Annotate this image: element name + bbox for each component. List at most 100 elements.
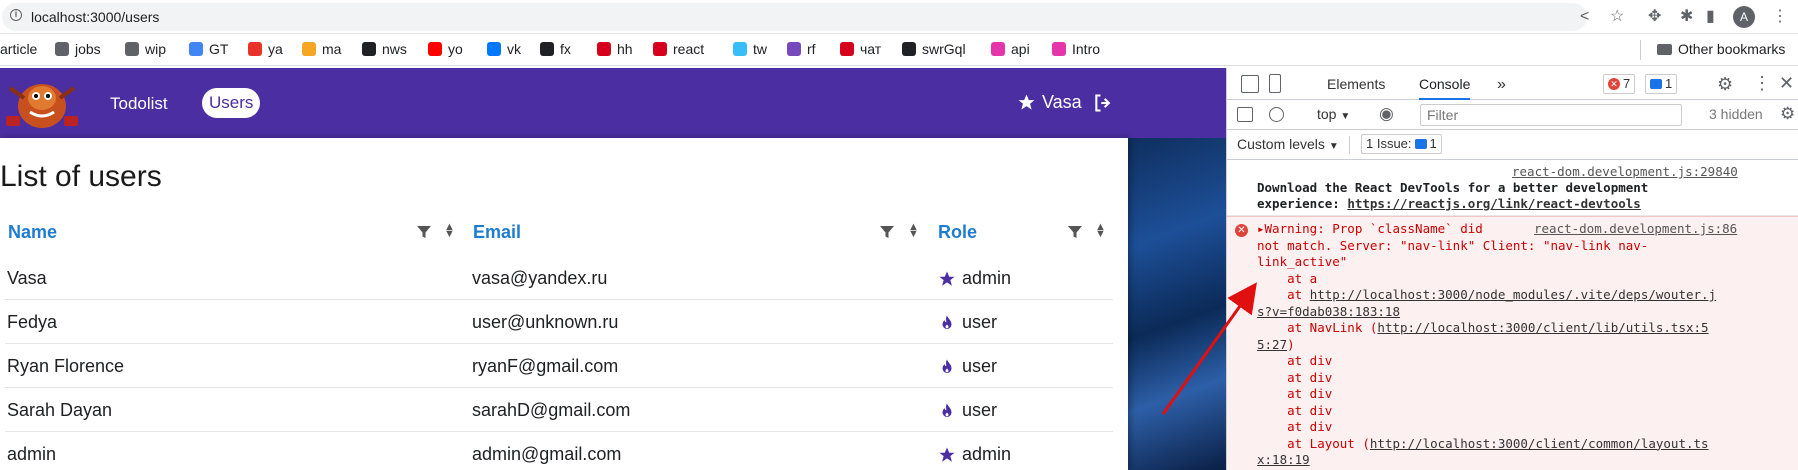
issues-button[interactable]: 1 Issue: 1 — [1361, 134, 1442, 154]
nav-users-link[interactable]: Users — [202, 88, 261, 118]
filter-icon[interactable] — [880, 225, 894, 239]
bookmark-item[interactable]: fx — [540, 41, 571, 57]
bookmark-item[interactable]: react — [653, 41, 704, 57]
column-header-role[interactable]: Role — [938, 222, 977, 243]
console-settings-icon[interactable]: ⚙ — [1780, 104, 1795, 124]
current-user-name: Vasa — [1042, 92, 1082, 112]
bookmark-label: wip — [145, 41, 167, 57]
info-text: Download the React DevTools for a better… — [1257, 180, 1649, 195]
cell-email: admin@gmail.com — [472, 444, 622, 464]
stack-link[interactable]: http://localhost:3000/client/common/layo… — [1370, 436, 1709, 451]
clear-console-icon[interactable] — [1269, 107, 1284, 122]
move-icon[interactable]: ✥ — [1648, 8, 1661, 26]
table-row[interactable]: Vasa vasa@yandex.ru admin — [5, 256, 1113, 300]
devtools-menu-icon[interactable]: ⋮ — [1753, 73, 1771, 94]
log-levels-dropdown[interactable]: Custom levels ▼ — [1237, 136, 1339, 152]
console-filter-input[interactable]: Filter — [1420, 104, 1682, 126]
console-toolbar: top ▼ ◉ Filter 3 hidden ⚙ — [1227, 100, 1798, 130]
bookmark-label: nws — [382, 41, 407, 57]
flame-icon — [942, 315, 952, 329]
sort-icon[interactable]: ▲ ▼ — [444, 222, 455, 240]
sort-icon[interactable]: ▲ ▼ — [1095, 222, 1106, 240]
stack-link[interactable]: http://localhost:3000/node_modules/.vite… — [1310, 287, 1716, 302]
logout-icon[interactable] — [1093, 93, 1113, 113]
bookmark-item[interactable]: vk — [487, 41, 521, 57]
bookmark-item[interactable]: nws — [362, 41, 407, 57]
table-row[interactable]: admin admin@gmail.com admin — [5, 432, 1113, 470]
source-link[interactable]: react-dom.development.js:86 — [1534, 221, 1737, 238]
column-header-name[interactable]: Name — [8, 222, 57, 243]
bookmark-item[interactable]: article — [0, 41, 37, 57]
sort-icon[interactable]: ▲ ▼ — [908, 222, 919, 240]
menu-kebab-icon[interactable]: ⋮ — [1772, 8, 1788, 26]
side-panel-icon[interactable]: ▮ — [1706, 8, 1715, 26]
bookmark-favicon-icon — [362, 42, 376, 56]
bookmark-star-icon[interactable]: ☆ — [1610, 8, 1624, 26]
browser-window: { "address": {"url": "localhost:3000/use… — [0, 0, 1798, 470]
omnibox[interactable] — [2, 3, 1587, 31]
table-row[interactable]: Ryan Florence ryanF@gmail.com user — [5, 344, 1113, 388]
cell-role: user — [938, 400, 997, 421]
other-bookmarks[interactable]: Other bookmarks — [1657, 41, 1785, 57]
stack-link[interactable]: 5:27 — [1257, 337, 1287, 352]
settings-gear-icon[interactable]: ⚙ — [1717, 74, 1733, 95]
bookmark-favicon-icon — [991, 42, 1005, 56]
tab-console[interactable]: Console — [1419, 76, 1471, 100]
current-user[interactable]: Vasa — [1017, 92, 1082, 113]
bookmark-item[interactable]: api — [991, 41, 1030, 57]
stack-link[interactable]: s?v=f0dab038:183:18 — [1257, 304, 1400, 319]
stack-text: at a — [1257, 270, 1318, 286]
inspect-element-icon[interactable] — [1241, 75, 1259, 93]
bookmark-favicon-icon — [55, 42, 69, 56]
stack-link[interactable]: x:18:19 — [1257, 452, 1310, 467]
bookmark-item[interactable]: wip — [125, 41, 166, 57]
bookmark-item[interactable]: jobs — [55, 41, 101, 57]
site-info-icon[interactable]: i — [10, 9, 22, 21]
column-header-email[interactable]: Email — [473, 222, 521, 243]
bookmark-favicon-icon — [248, 42, 262, 56]
more-tabs-icon[interactable]: » — [1497, 76, 1506, 94]
bookmark-item[interactable]: Intro — [1052, 41, 1100, 57]
bookmark-item[interactable]: ma — [302, 41, 341, 57]
source-link[interactable]: react-dom.development.js:29840 — [1512, 164, 1738, 179]
bookmark-item[interactable]: чат — [840, 41, 881, 57]
bookmark-item[interactable]: ya — [248, 41, 283, 57]
cell-name: Sarah Dayan — [7, 400, 113, 420]
url-text[interactable]: localhost:3000/users — [31, 9, 159, 25]
stack-line: at div — [1257, 419, 1332, 436]
app-header: Todolist Users Vasa — [0, 68, 1226, 138]
cell-name: Fedya — [7, 312, 58, 332]
bookmark-item[interactable]: tw — [733, 41, 767, 57]
bookmark-item[interactable]: swrGql — [902, 41, 966, 57]
sidebar-toggle-icon[interactable] — [1237, 107, 1253, 122]
bookmark-item[interactable]: yo — [428, 41, 463, 57]
table-row[interactable]: Sarah Dayan sarahD@gmail.com user — [5, 388, 1113, 432]
issues-count: 1 — [1429, 136, 1437, 151]
cell-email: vasa@yandex.ru — [472, 268, 608, 288]
tab-elements[interactable]: Elements — [1327, 76, 1385, 92]
bookmark-item[interactable]: GT — [189, 41, 228, 57]
context-selector[interactable]: top ▼ — [1317, 106, 1350, 122]
crash-bandicoot-logo[interactable] — [0, 68, 84, 138]
nav-todolist-link[interactable]: Todolist — [110, 94, 168, 114]
error-count-badge[interactable]: ✕ 7 — [1603, 74, 1636, 94]
stack-link[interactable]: http://localhost:3000/client/lib/utils.t… — [1377, 320, 1708, 335]
filter-icon[interactable] — [417, 225, 431, 239]
table-row[interactable]: Fedya user@unknown.ru user — [5, 300, 1113, 344]
share-icon[interactable]: < — [1580, 8, 1589, 26]
extensions-icon[interactable]: ✱ — [1680, 8, 1693, 26]
stack-line: 5:27) — [1257, 337, 1295, 354]
close-devtools-icon[interactable]: ✕ — [1779, 73, 1794, 94]
message-count-badge[interactable]: 1 — [1645, 74, 1678, 94]
bookmark-item[interactable]: hh — [597, 41, 633, 57]
profile-avatar[interactable]: A — [1733, 6, 1755, 28]
filter-icon[interactable] — [1068, 225, 1082, 239]
devtools-link[interactable]: https://reactjs.org/link/react-devtools — [1347, 196, 1641, 211]
bookmark-favicon-icon — [125, 42, 139, 56]
device-toolbar-icon[interactable] — [1269, 74, 1281, 93]
eye-icon[interactable]: ◉ — [1379, 104, 1394, 124]
bookmark-item[interactable]: rf — [787, 41, 816, 57]
toolbar-divider — [1349, 136, 1350, 154]
stack-text: link_active" — [1257, 254, 1348, 269]
bookmark-label: ma — [322, 41, 342, 57]
